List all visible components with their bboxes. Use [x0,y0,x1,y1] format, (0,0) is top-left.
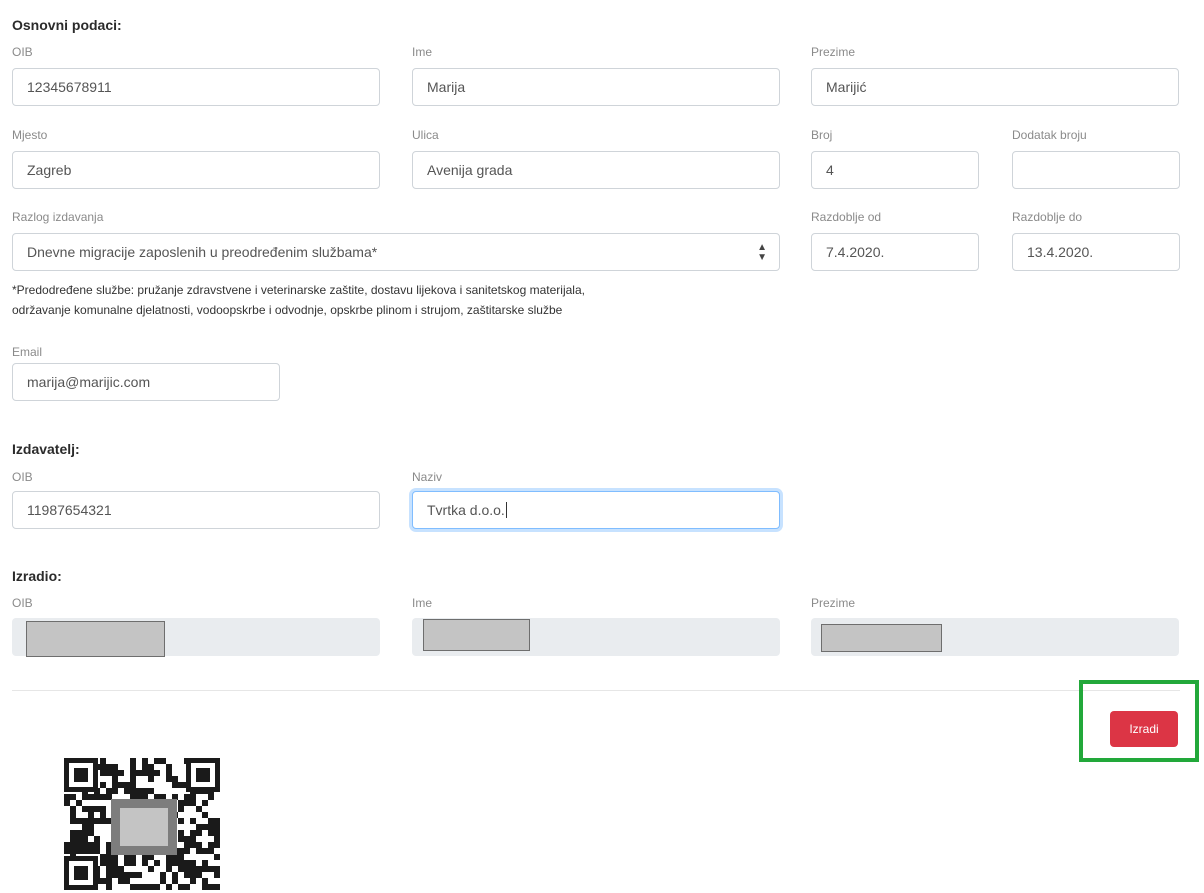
creator-ime-input [412,618,780,656]
chevron-updown-icon: ▲ ▼ [757,242,767,263]
note-line-1: *Predodređene službe: pružanje zdravstve… [12,283,585,297]
redaction-block [423,619,530,651]
oib-label: OIB [12,45,33,59]
prezime-label: Prezime [811,45,856,59]
issuer-naziv-input[interactable]: Tvrtka d.o.o. [412,491,780,529]
prezime-input[interactable]: Marijić [811,68,1179,106]
creator-prezime-label: Prezime [811,596,856,610]
izradi-button[interactable]: Izradi [1110,711,1178,747]
ulica-label: Ulica [412,128,439,142]
note-line-2: održavanje komunalne djelatnosti, vodoop… [12,303,563,317]
issuer-naziv-value: Tvrtka d.o.o. [427,502,505,518]
mjesto-label: Mjesto [12,128,48,142]
creator-oib-input [12,618,380,657]
redaction-block [821,624,942,652]
email-label: Email [12,345,43,359]
text-cursor [505,502,507,518]
mjesto-input[interactable]: Zagreb [12,151,380,189]
ime-input[interactable]: Marija [412,68,780,106]
qr-code-icon [62,756,224,893]
section-title-basic: Osnovni podaci: [12,17,122,33]
dodatak-broju-input[interactable] [1012,151,1180,189]
broj-input[interactable]: 4 [811,151,979,189]
creator-ime-label: Ime [412,596,433,610]
creator-oib-label: OIB [12,596,33,610]
oib-input[interactable]: 12345678911 [12,68,380,106]
issuer-naziv-label: Naziv [412,470,443,484]
razlog-select-value: Dnevne migracije zaposlenih u preodređen… [27,244,378,260]
razlog-select[interactable]: Dnevne migracije zaposlenih u preodređen… [12,233,780,271]
razdoblje-do-label: Razdoblje do [1012,210,1083,224]
section-title-creator: Izradio: [12,568,62,584]
ulica-input[interactable]: Avenija grada [412,151,780,189]
razdoblje-do-input[interactable]: 13.4.2020. [1012,233,1180,271]
razdoblje-od-label: Razdoblje od [811,210,882,224]
email-input[interactable]: marija@marijic.com [12,363,280,401]
dodatak-broju-label: Dodatak broju [1012,128,1087,142]
broj-label: Broj [811,128,833,142]
ime-label: Ime [412,45,433,59]
issuer-oib-input[interactable]: 11987654321 [12,491,380,529]
divider [12,690,1180,691]
redaction-block [26,621,165,657]
section-title-issuer: Izdavatelj: [12,441,80,457]
issuer-oib-label: OIB [12,470,33,484]
razdoblje-od-input[interactable]: 7.4.2020. [811,233,979,271]
razlog-label: Razlog izdavanja [12,210,104,224]
creator-prezime-input [811,618,1179,656]
